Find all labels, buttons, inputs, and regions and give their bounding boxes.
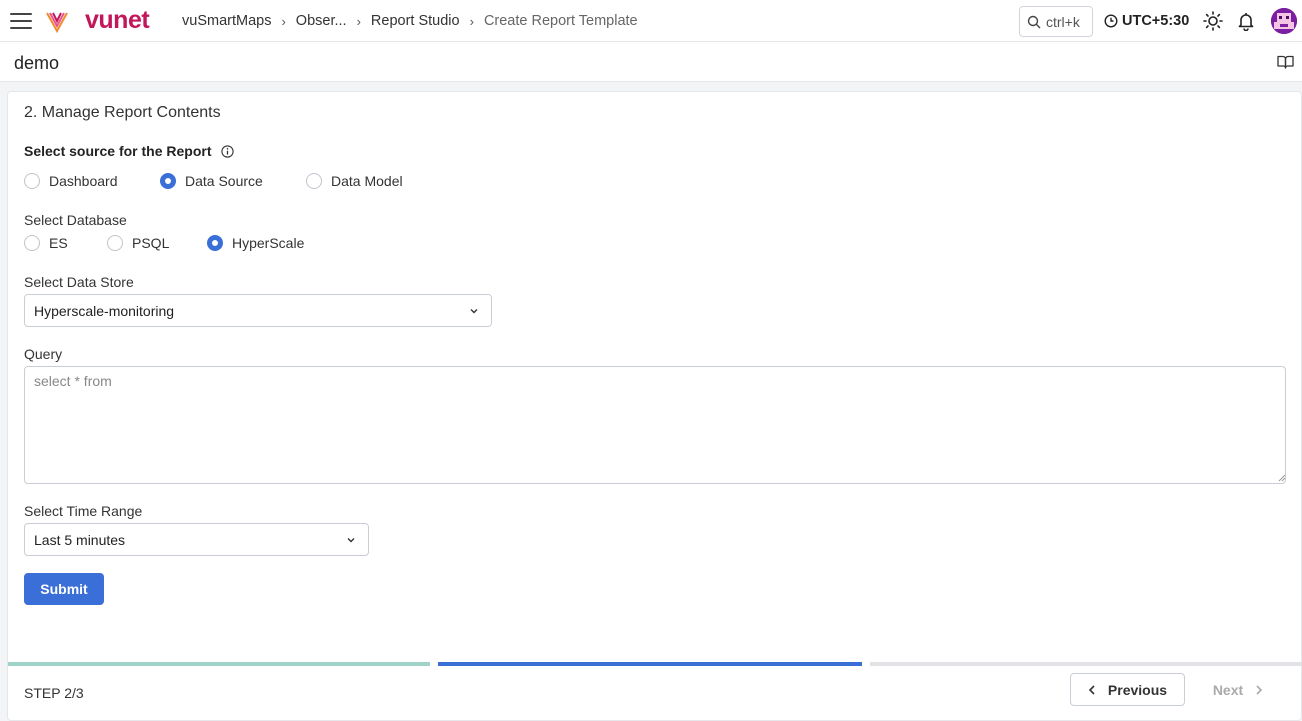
radio-label: PSQL [132,235,170,251]
page-title: demo [14,53,60,73]
progress-step-3 [870,662,1302,666]
avatar[interactable] [1271,8,1297,34]
radio-label: Data Source [185,173,263,189]
resize-handle-icon[interactable] [1278,474,1286,482]
sun-icon[interactable] [1203,11,1223,31]
submit-button[interactable]: Submit [24,573,104,605]
radio-button[interactable] [24,173,40,189]
timerange-select[interactable]: Last 5 minutes [24,523,369,556]
database-label: Select Database [24,212,127,228]
page-header: demo [0,42,1302,82]
query-textarea[interactable] [24,366,1286,484]
chevron-right-icon: › [281,13,286,29]
radio-hyperscale[interactable]: HyperScale [207,235,304,251]
progress-step-1 [8,662,430,666]
search-icon [1027,15,1041,28]
radio-dashboard[interactable]: Dashboard [24,173,160,189]
radio-label: HyperScale [232,235,305,251]
radio-button-selected[interactable] [207,235,223,251]
clock-icon [1104,14,1118,28]
radio-label: Dashboard [49,173,118,189]
chevron-right-icon [1256,684,1263,695]
breadcrumb-current: Create Report Template [483,13,638,29]
source-label-text: Select source for the Report [24,143,212,159]
chevron-left-icon [1088,684,1095,695]
next-label: Next [1212,681,1244,698]
source-radio-group: Dashboard Data Source Data Model [24,173,403,189]
timerange-value: Last 5 minutes [34,531,126,548]
breadcrumb-report-studio[interactable]: Report Studio [371,13,460,29]
step-indicator: STEP 2/3 [24,685,84,701]
info-icon[interactable] [220,144,234,158]
breadcrumb-observability[interactable]: Obser... [296,13,347,29]
source-label: Select source for the Report [24,143,234,159]
datastore-label: Select Data Store [24,274,134,290]
menu-icon[interactable] [10,13,32,29]
breadcrumb-vusmartmaps[interactable]: vuSmartMaps [182,13,271,29]
report-contents-card: 2. Manage Report Contents Select source … [7,91,1302,721]
chevron-right-icon: › [469,13,474,29]
top-bar: vunet vuSmartMaps › Obser... › Report St… [0,0,1302,42]
section-title: 2. Manage Report Contents [24,104,221,121]
search-shortcut: ctrl+k [1046,13,1080,30]
datastore-value: Hyperscale-monitoring [34,302,175,319]
database-radio-group: ES PSQL HyperScale [24,235,304,251]
next-button[interactable]: Next [1192,673,1284,706]
radio-label: ES [49,235,68,251]
radio-psql[interactable]: PSQL [107,235,207,251]
search-button[interactable]: ctrl+k [1019,6,1093,37]
radio-button-selected[interactable] [160,173,176,189]
previous-button[interactable]: Previous [1070,673,1185,706]
timezone-selector[interactable]: UTC+5:30 [1104,13,1189,29]
timezone-label: UTC+5:30 [1122,13,1190,29]
query-label: Query [24,346,63,362]
datastore-select[interactable]: Hyperscale-monitoring [24,294,492,327]
progress-step-2 [438,662,862,666]
radio-es[interactable]: ES [24,235,107,251]
chevron-right-icon: › [356,13,361,29]
radio-data-model[interactable]: Data Model [306,173,403,189]
breadcrumb: vuSmartMaps › Obser... › Report Studio ›… [182,13,638,29]
timerange-label: Select Time Range [24,503,143,519]
book-icon[interactable] [1277,55,1294,69]
chevron-down-icon [347,538,355,543]
chevron-down-icon [470,309,478,314]
radio-data-source[interactable]: Data Source [160,173,306,189]
vunet-logo-text[interactable]: vunet [85,6,150,35]
radio-button[interactable] [107,235,123,251]
previous-label: Previous [1107,681,1168,698]
vunet-logo-icon[interactable] [45,9,69,33]
bell-icon[interactable] [1236,11,1256,31]
radio-label: Data Model [331,173,403,189]
radio-button[interactable] [306,173,322,189]
radio-button[interactable] [24,235,40,251]
